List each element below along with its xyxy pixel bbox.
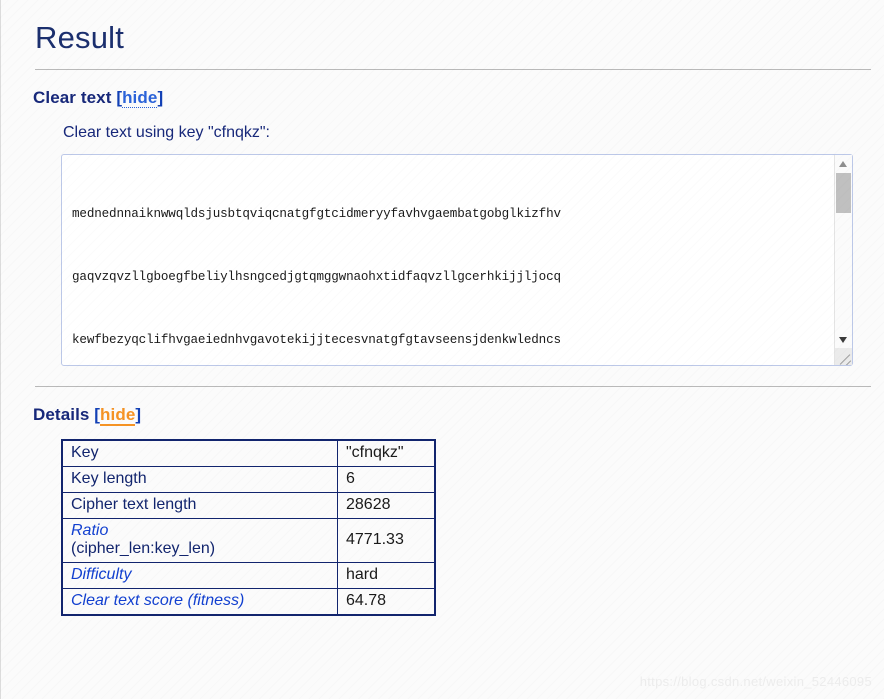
result-page: Result Clear text [hide] Clear text usin… [0, 0, 884, 699]
table-row: Key length 6 [61, 466, 436, 493]
details-heading-label: Details [33, 405, 90, 424]
clear-text-output[interactable]: mednednnaiknwwqldsjusbtqviqcnatgfgtcidme… [61, 154, 853, 366]
row-label-main: Ratio [71, 522, 109, 539]
watermark-text: https://blog.csdn.net/weixin_52446095 [639, 674, 872, 689]
page-title: Result [35, 20, 125, 55]
title-divider [35, 69, 871, 70]
scroll-down-arrow-icon[interactable] [835, 331, 852, 348]
details-section-heading: Details [hide] [33, 405, 866, 426]
row-value: hard [337, 562, 436, 589]
text-line: kewfbezyqclifhvgaeiednhvgavotekijjtecesv… [72, 333, 561, 347]
row-label: Difficulty [61, 562, 338, 589]
table-row: Clear text score (fitness) 64.78 [61, 588, 436, 616]
row-value: 4771.33 [337, 518, 436, 563]
row-label-sub: (cipher_len:key_len) [71, 540, 216, 557]
text-line: gaqvzqvzllgboegfbeliylhsngcedjgtqmggwnao… [72, 270, 561, 284]
clear-text-output-wrapper: mednednnaiknwwqldsjusbtqviqcnatgfgtcidme… [61, 154, 853, 366]
row-value: 6 [337, 466, 436, 493]
section-divider [35, 386, 871, 387]
clear-text-hide-toggle[interactable]: hide [122, 88, 158, 108]
text-line: mednednnaiknwwqldsjusbtqviqcnatgfgtcidme… [72, 207, 561, 221]
row-label: Key length [61, 466, 338, 493]
row-label: Clear text score (fitness) [61, 588, 338, 616]
bracket-close: ] [157, 88, 164, 107]
details-table: Key "cfnqkz" Key length 6 Cipher text le… [61, 439, 436, 616]
textarea-resize-grip-icon[interactable] [835, 348, 852, 365]
scrollbar-thumb[interactable] [836, 173, 851, 213]
clear-text-section-heading: Clear text [hide] [33, 88, 866, 108]
row-value: 28628 [337, 492, 436, 519]
textarea-scrollbar[interactable] [834, 155, 852, 365]
bracket-close: ] [135, 405, 142, 424]
table-row: Cipher text length 28628 [61, 492, 436, 519]
row-label: Cipher text length [61, 492, 338, 519]
table-row: Key "cfnqkz" [61, 439, 436, 467]
scroll-up-arrow-icon[interactable] [835, 155, 852, 172]
row-value: "cfnqkz" [337, 439, 436, 467]
clear-text-heading-label: Clear text [33, 88, 112, 107]
row-label: Ratio (cipher_len:key_len) [61, 518, 338, 563]
details-hide-toggle[interactable]: hide [100, 405, 136, 426]
table-row: Ratio (cipher_len:key_len) 4771.33 [61, 518, 436, 563]
row-label: Key [61, 439, 338, 467]
table-row: Difficulty hard [61, 562, 436, 589]
clear-text-subtitle: Clear text using key "cfnqkz": [63, 124, 270, 141]
row-value: 64.78 [337, 588, 436, 616]
